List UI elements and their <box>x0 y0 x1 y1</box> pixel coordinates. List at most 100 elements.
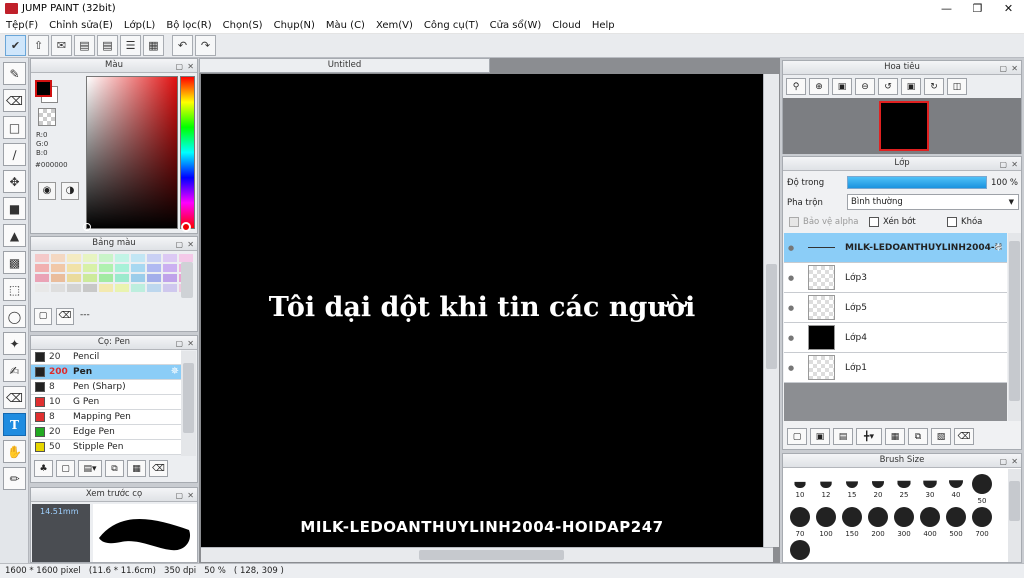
swatch-scrollbar[interactable] <box>181 262 193 298</box>
color-swatch[interactable] <box>67 274 81 282</box>
brush-item[interactable]: 200 Pen ✵ <box>31 365 181 380</box>
gradient-tool-icon[interactable]: ▩ <box>3 251 26 274</box>
delete-layer-icon[interactable]: ⌫ <box>954 428 974 445</box>
add-layer-menu-icon[interactable]: ╋▾ <box>856 428 882 445</box>
hue-slider[interactable] <box>180 76 195 229</box>
maximize-button[interactable]: ❐ <box>962 0 993 17</box>
brush-size-option[interactable]: 12 <box>813 474 839 505</box>
close-button[interactable]: ✕ <box>993 0 1024 17</box>
brush-menu-icon[interactable]: ▤▾ <box>78 460 102 477</box>
close-panel-icon[interactable]: ✕ <box>187 60 194 73</box>
new-text-layer-icon[interactable]: ▤ <box>833 428 853 445</box>
color-swatch[interactable] <box>131 284 145 292</box>
clipping-checkbox[interactable]: Xén bớt <box>869 217 916 227</box>
brush-settings-icon[interactable]: ♣ <box>34 460 53 477</box>
navigator-viewport[interactable] <box>879 101 929 151</box>
color-swatch[interactable] <box>131 274 145 282</box>
canvas-horizontal-scrollbar[interactable] <box>201 547 773 562</box>
color-swatch[interactable] <box>51 274 65 282</box>
brush-tool-icon[interactable]: ✎ <box>3 62 26 85</box>
brush-size-option[interactable]: 50 <box>969 474 995 505</box>
eraser-tool-icon[interactable]: ⌫ <box>3 89 26 112</box>
brush-size-option[interactable]: 40 <box>943 474 969 505</box>
navigator-preview[interactable] <box>783 98 1021 154</box>
menu-edit[interactable]: Chỉnh sửa(E) <box>49 20 113 31</box>
color-swatch[interactable] <box>35 264 49 272</box>
brush-folder-icon[interactable]: ▦ <box>127 460 146 477</box>
color-swatch[interactable] <box>147 274 161 282</box>
color-swatch[interactable] <box>83 264 97 272</box>
new-raster-layer-icon[interactable]: ▣ <box>810 428 830 445</box>
close-panel-icon[interactable]: ✕ <box>1011 455 1018 468</box>
fill-rect-tool-icon[interactable]: ■ <box>3 197 26 220</box>
color-swatch[interactable] <box>147 264 161 272</box>
color-swatch[interactable] <box>67 264 81 272</box>
page-icon[interactable]: ▤ <box>97 35 118 56</box>
menu-tools[interactable]: Công cụ(T) <box>424 20 479 31</box>
rect-select-tool-icon[interactable]: ⬚ <box>3 278 26 301</box>
zoom-in-icon[interactable]: ⊕ <box>809 78 829 95</box>
rotate-left-icon[interactable]: ↺ <box>878 78 898 95</box>
color-swatch[interactable] <box>131 264 145 272</box>
layer-folder-icon[interactable]: ▦ <box>885 428 905 445</box>
zoom-out-icon[interactable]: ⊖ <box>855 78 875 95</box>
color-swatch[interactable] <box>99 284 113 292</box>
brush-item[interactable]: 8 Pen (Sharp) <box>31 380 181 395</box>
text-tool-icon[interactable]: T <box>3 413 26 436</box>
color-swatch[interactable] <box>83 254 97 262</box>
brush-scrollbar[interactable] <box>181 351 196 456</box>
menu-cloud[interactable]: Cloud <box>552 20 581 31</box>
menu-view[interactable]: Xem(V) <box>376 20 413 31</box>
color-swatch[interactable] <box>83 284 97 292</box>
select-eraser-tool-icon[interactable]: ⌫ <box>3 386 26 409</box>
undock-icon[interactable]: ▢ <box>999 158 1007 171</box>
brush-size-option[interactable]: 400 <box>917 507 943 538</box>
undock-icon[interactable]: ▢ <box>999 62 1007 75</box>
protect-alpha-checkbox[interactable]: Bảo vệ alpha <box>789 217 858 227</box>
visibility-icon[interactable]: ● <box>784 364 798 372</box>
color-swatch[interactable] <box>115 254 129 262</box>
color-swatch[interactable] <box>35 274 49 282</box>
rectangle-tool-icon[interactable]: □ <box>3 116 26 139</box>
trash-icon[interactable]: ⌫ <box>56 308 74 325</box>
brush-size-option[interactable]: 100 <box>813 507 839 538</box>
brush-item[interactable]: 50 Stipple Pen <box>31 440 181 455</box>
rotate-reset-icon[interactable]: ▣ <box>901 78 921 95</box>
copy-brush-icon[interactable]: ⧉ <box>105 460 124 477</box>
brush-size-scrollbar[interactable] <box>1008 469 1021 562</box>
visibility-icon[interactable]: ● <box>784 304 798 312</box>
document-list-icon[interactable]: ☰ <box>120 35 141 56</box>
new-brush-icon[interactable]: ▢ <box>56 460 75 477</box>
brush-item[interactable]: 20 Edge Pen <box>31 425 181 440</box>
visibility-icon[interactable]: ● <box>784 244 798 252</box>
cloud-sync-icon[interactable]: ✔ <box>5 35 26 56</box>
grid-settings-icon[interactable]: ▦ <box>143 35 164 56</box>
color-swatch[interactable] <box>179 254 193 262</box>
layer-row[interactable]: ● Lớp3 <box>784 263 1007 293</box>
brush-item[interactable]: 8 Mapping Pen <box>31 410 181 425</box>
brush-size-option[interactable]: 200 <box>865 507 891 538</box>
close-panel-icon[interactable]: ✕ <box>1011 62 1018 75</box>
transparent-color[interactable] <box>38 108 56 126</box>
color-swatch[interactable] <box>51 284 65 292</box>
message-icon[interactable]: ▤ <box>74 35 95 56</box>
color-swatch[interactable] <box>163 284 177 292</box>
merge-down-icon[interactable]: ▧ <box>931 428 951 445</box>
color-swatch[interactable] <box>67 284 81 292</box>
flip-icon[interactable]: ◫ <box>947 78 967 95</box>
delete-brush-icon[interactable]: ⌫ <box>149 460 168 477</box>
close-panel-icon[interactable]: ✕ <box>187 238 194 251</box>
opacity-slider[interactable] <box>847 176 987 189</box>
menu-layer[interactable]: Lớp(L) <box>124 20 155 31</box>
hand-tool-icon[interactable]: ✋ <box>3 440 26 463</box>
color-swatch[interactable] <box>163 274 177 282</box>
comment-icon[interactable]: ✉ <box>51 35 72 56</box>
undock-icon[interactable]: ▢ <box>175 60 183 73</box>
undo-icon[interactable]: ↶ <box>172 35 193 56</box>
undock-icon[interactable]: ▢ <box>175 238 183 251</box>
brush-size-option[interactable]: 25 <box>891 474 917 505</box>
brush-size-option[interactable]: 20 <box>865 474 891 505</box>
brush-size-option[interactable]: 15 <box>839 474 865 505</box>
color-swatch[interactable] <box>147 284 161 292</box>
visibility-icon[interactable]: ● <box>784 274 798 282</box>
